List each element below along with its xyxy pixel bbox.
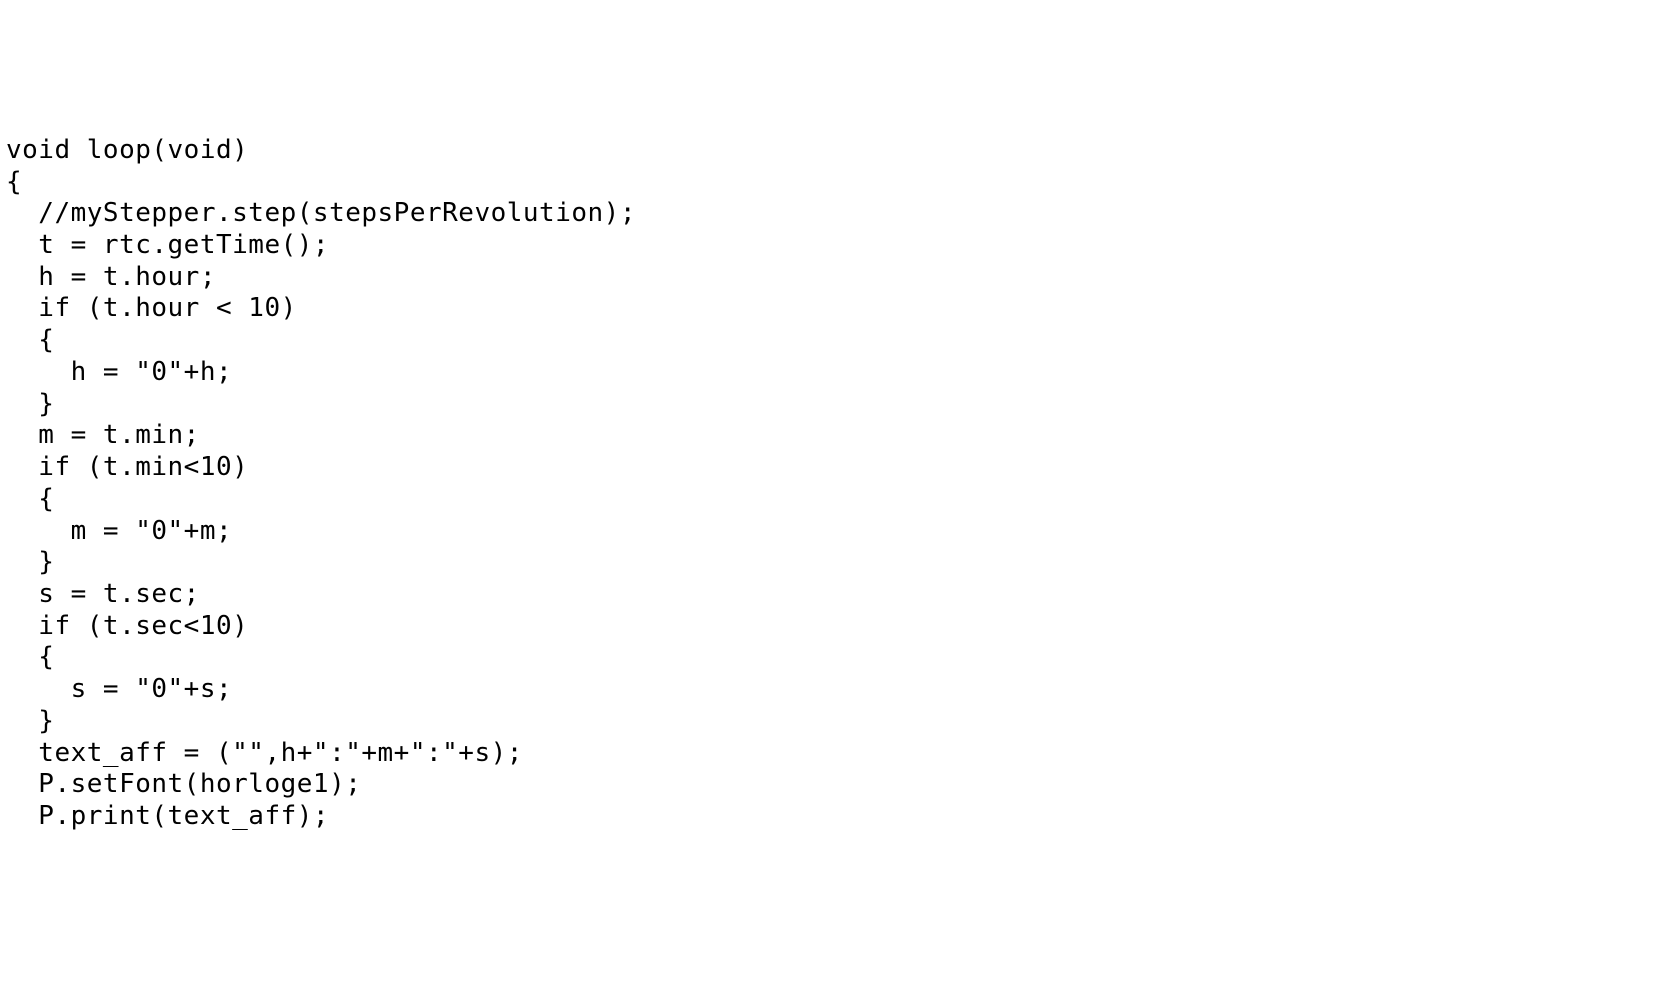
- code-line: }: [6, 547, 1669, 579]
- code-line: }: [6, 389, 1669, 421]
- code-line: h = t.hour;: [6, 262, 1669, 294]
- code-line: s = t.sec;: [6, 579, 1669, 611]
- code-line: {: [6, 325, 1669, 357]
- code-line: void loop(void): [6, 135, 1669, 167]
- code-line: P.setFont(horloge1);: [6, 769, 1669, 801]
- code-line: t = rtc.getTime();: [6, 230, 1669, 262]
- code-block: void loop(void){ //myStepper.step(stepsP…: [6, 135, 1669, 833]
- code-line: m = t.min;: [6, 420, 1669, 452]
- code-line: //myStepper.step(stepsPerRevolution);: [6, 198, 1669, 230]
- code-line: m = "0"+m;: [6, 516, 1669, 548]
- code-line: {: [6, 642, 1669, 674]
- code-line: {: [6, 484, 1669, 516]
- code-line: text_aff = ("",h+":"+m+":"+s);: [6, 738, 1669, 770]
- code-line: s = "0"+s;: [6, 674, 1669, 706]
- code-line: if (t.min<10): [6, 452, 1669, 484]
- code-line: h = "0"+h;: [6, 357, 1669, 389]
- code-line: P.print(text_aff);: [6, 801, 1669, 833]
- code-line: }: [6, 706, 1669, 738]
- code-line: if (t.sec<10): [6, 611, 1669, 643]
- code-line: if (t.hour < 10): [6, 293, 1669, 325]
- code-line: {: [6, 167, 1669, 199]
